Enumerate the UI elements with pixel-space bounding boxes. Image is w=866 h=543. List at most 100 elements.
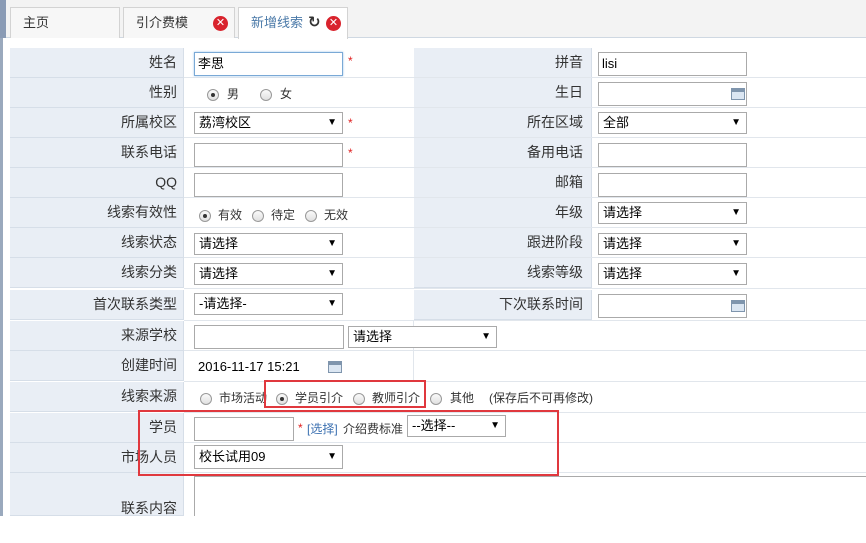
content-textarea[interactable] [194, 476, 866, 516]
phone-input[interactable] [194, 143, 343, 167]
next-contact-label: 下次联系时间 [414, 290, 592, 320]
highlight-box-source [264, 380, 426, 408]
first-contact-label: 首次联系类型 [10, 290, 184, 320]
row-divider [184, 350, 866, 351]
required-mark: * [348, 116, 353, 130]
gender-male-radio[interactable] [207, 89, 219, 101]
qq-label: QQ [10, 168, 184, 198]
gender-male-text: 男 [227, 87, 240, 101]
tab-home[interactable]: 主页 [10, 7, 120, 38]
alt-phone-label: 备用电话 [414, 138, 592, 168]
page-left-border [0, 38, 3, 516]
row-divider [184, 288, 866, 289]
dropdown-arrow-icon: ▼ [731, 207, 741, 218]
row-divider [184, 197, 866, 198]
dropdown-arrow-icon: ▼ [327, 268, 337, 279]
source-school-select[interactable]: 请选择 ▼ [348, 326, 497, 348]
refresh-icon[interactable]: ↻ [308, 14, 321, 31]
calendar-icon[interactable] [731, 300, 745, 312]
first-contact-select[interactable]: -请选择- ▼ [194, 293, 343, 315]
category-select[interactable]: 请选择 ▼ [194, 263, 343, 285]
level-label: 线索等级 [414, 258, 592, 288]
row-divider [184, 167, 866, 168]
campus-label: 所属校区 [10, 108, 184, 138]
tab-bar: 主页 引介费模 ✕ 新增线索 ↻ ✕ [0, 0, 866, 39]
grade-select-value: 请选择 [603, 205, 643, 220]
source-school-label: 来源学校 [10, 321, 184, 351]
campus-select[interactable]: 荔湾校区 ▼ [194, 112, 343, 134]
dropdown-arrow-icon: ▼ [327, 238, 337, 249]
source-school-input[interactable] [194, 325, 344, 349]
dropdown-arrow-icon: ▼ [731, 268, 741, 279]
close-icon[interactable]: ✕ [326, 16, 341, 31]
validity-label: 线索有效性 [10, 198, 184, 228]
created-time-input[interactable]: 2016-11-17 15:21 [194, 355, 344, 379]
source-market-text: 市场活动 [219, 391, 268, 405]
close-icon[interactable]: ✕ [213, 16, 228, 31]
dropdown-arrow-icon: ▼ [731, 117, 741, 128]
source-note: (保存后不可再修改) [489, 391, 593, 405]
tab-referral-fee[interactable]: 引介费模 ✕ [123, 7, 235, 38]
next-contact-input[interactable] [598, 294, 747, 318]
validity-valid-text: 有效 [218, 208, 243, 222]
gender-female-text: 女 [280, 87, 293, 101]
alt-phone-input[interactable] [598, 143, 747, 167]
follow-stage-select[interactable]: 请选择 ▼ [598, 233, 747, 255]
created-label: 创建时间 [10, 351, 184, 381]
row-divider [184, 77, 866, 78]
row-divider [184, 227, 866, 228]
left-edge [0, 0, 6, 38]
level-select[interactable]: 请选择 ▼ [598, 263, 747, 285]
email-label: 邮箱 [414, 168, 592, 198]
region-label: 所在区域 [414, 108, 592, 138]
pinyin-input[interactable]: lisi [598, 52, 747, 76]
level-select-value: 请选择 [603, 266, 643, 281]
region-select[interactable]: 全部 ▼ [598, 112, 747, 134]
validity-pending-radio[interactable] [252, 210, 264, 222]
validity-invalid-radio[interactable] [305, 210, 317, 222]
status-select[interactable]: 请选择 ▼ [194, 233, 343, 255]
required-mark: * [348, 54, 353, 68]
gender-female-radio[interactable] [260, 89, 272, 101]
tab-referral-fee-label: 引介费模 [136, 15, 189, 30]
follow-stage-label: 跟进阶段 [414, 228, 592, 258]
grade-select[interactable]: 请选择 ▼ [598, 202, 747, 224]
phone-label: 联系电话 [10, 138, 184, 168]
dropdown-arrow-icon: ▼ [731, 238, 741, 249]
row-divider [184, 320, 866, 321]
email-input[interactable] [598, 173, 747, 197]
dropdown-arrow-icon: ▼ [327, 117, 337, 128]
source-other-radio[interactable] [430, 393, 442, 405]
tab-new-lead[interactable]: 新增线索 ↻ ✕ [238, 7, 348, 39]
source-market-radio[interactable] [200, 393, 212, 405]
row-divider [184, 107, 866, 108]
first-contact-select-value: -请选择- [199, 296, 247, 311]
source-school-select-value: 请选择 [353, 329, 393, 344]
birthday-input[interactable] [598, 82, 747, 106]
dropdown-arrow-icon: ▼ [481, 331, 491, 342]
validity-pending-text: 待定 [271, 208, 296, 222]
calendar-icon[interactable] [731, 88, 745, 100]
row-divider [184, 257, 866, 258]
region-select-value: 全部 [603, 115, 630, 130]
tab-new-lead-label: 新增线索 [251, 15, 304, 30]
required-mark: * [348, 146, 353, 160]
gender-label: 性别 [10, 78, 184, 108]
content-label: 联系内容 [10, 473, 184, 516]
status-select-value: 请选择 [199, 236, 239, 251]
validity-valid-radio[interactable] [199, 210, 211, 222]
category-select-value: 请选择 [199, 266, 239, 281]
campus-select-value: 荔湾校区 [199, 115, 252, 130]
status-label: 线索状态 [10, 228, 184, 258]
name-input[interactable]: 李思 [194, 52, 343, 76]
validity-invalid-text: 无效 [324, 208, 349, 222]
source-label: 线索来源 [10, 382, 184, 412]
dropdown-arrow-icon: ▼ [327, 298, 337, 309]
birthday-label: 生日 [414, 78, 592, 108]
row-divider [184, 137, 866, 138]
grade-label: 年级 [414, 198, 592, 228]
calendar-icon[interactable] [328, 361, 342, 373]
qq-input[interactable] [194, 173, 343, 197]
name-label: 姓名 [10, 48, 184, 78]
source-other-text: 其他 [450, 391, 475, 405]
